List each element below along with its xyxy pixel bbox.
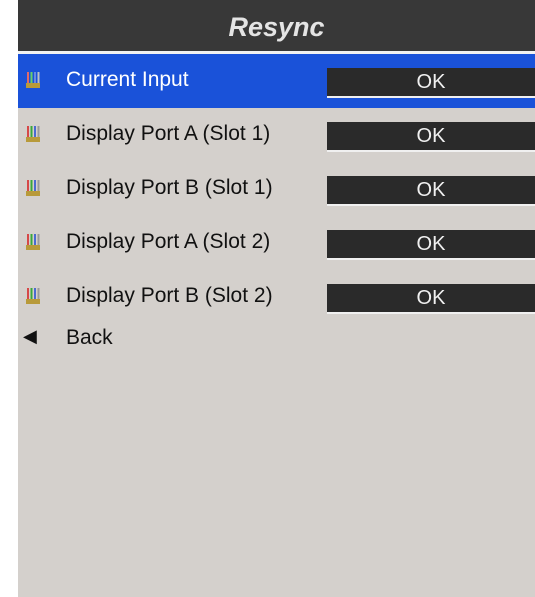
menu-row-dp-b-slot1[interactable]: Display Port B (Slot 1) OK (18, 162, 535, 216)
menu-row-current-input[interactable]: Current Input OK (18, 54, 535, 108)
menu-row-label: Current Input (66, 68, 189, 91)
connector-pins-icon (26, 288, 40, 304)
connector-pins-icon (26, 72, 40, 88)
menu-row-dp-a-slot2[interactable]: Display Port A (Slot 2) OK (18, 216, 535, 270)
status-value: OK (327, 284, 535, 314)
title-bar: Resync (18, 0, 535, 54)
connector-pins-icon (26, 126, 40, 142)
status-value: OK (327, 176, 535, 206)
status-value: OK (327, 122, 535, 152)
menu-title: Resync (228, 12, 325, 42)
menu-row-label: Display Port B (Slot 1) (66, 176, 273, 199)
menu-row-label: Display Port B (Slot 2) (66, 284, 273, 307)
resync-menu: Resync Current Input OK Display Port A (… (18, 0, 535, 597)
status-value: OK (327, 68, 535, 98)
menu-row-label: Display Port A (Slot 2) (66, 230, 271, 253)
status-value: OK (327, 230, 535, 260)
back-arrow-icon: ◀ (23, 326, 37, 347)
menu-row-dp-a-slot1[interactable]: Display Port A (Slot 1) OK (18, 108, 535, 162)
back-label: Back (66, 326, 113, 349)
connector-pins-icon (26, 234, 40, 250)
back-menu-item[interactable]: ◀ Back (18, 314, 535, 362)
menu-row-label: Display Port A (Slot 1) (66, 122, 271, 145)
connector-pins-icon (26, 180, 40, 196)
